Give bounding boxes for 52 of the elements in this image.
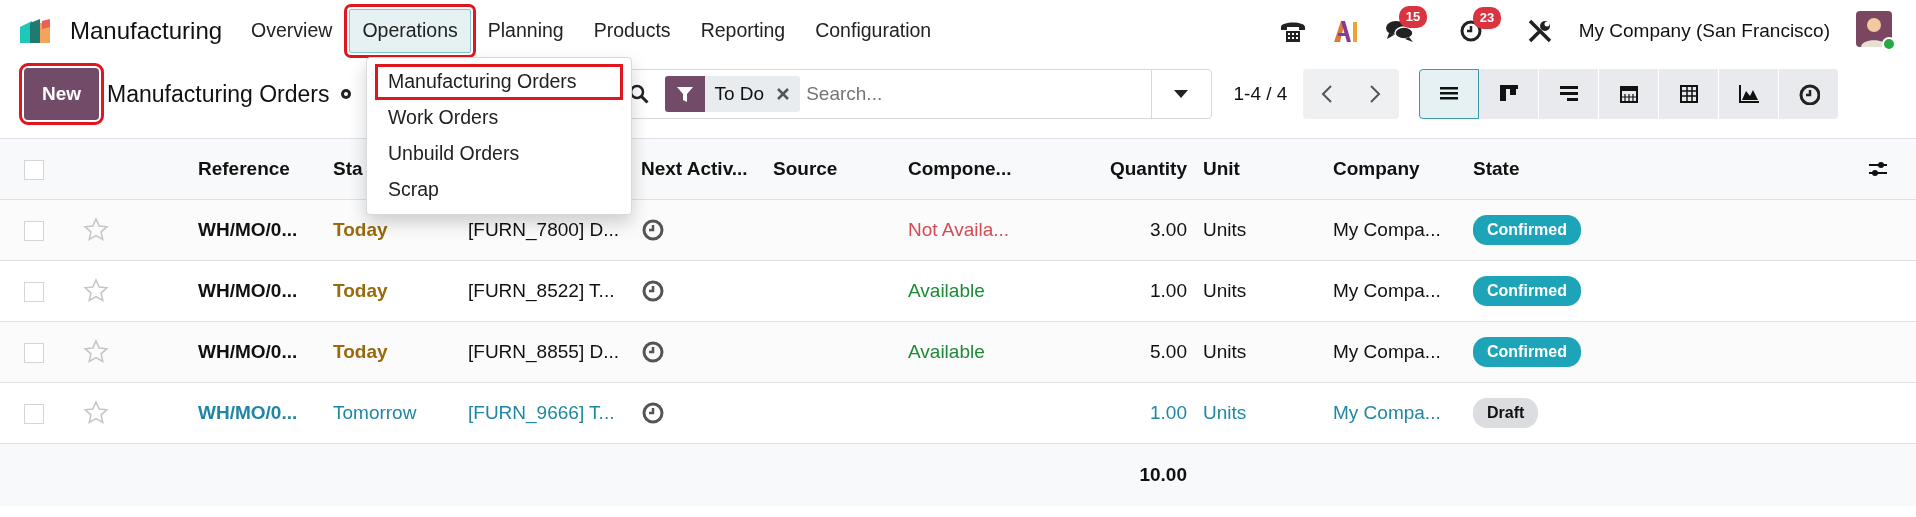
column-header[interactable]: State xyxy=(1473,157,1520,179)
dropdown-item[interactable]: Work Orders xyxy=(375,100,623,136)
menu-item[interactable]: Reporting xyxy=(687,9,799,53)
menu-item[interactable]: Configuration xyxy=(802,9,945,53)
quantity-cell: 5.00 xyxy=(1150,340,1187,362)
quantity-cell: 3.00 xyxy=(1150,218,1187,240)
state-badge: Confirmed xyxy=(1473,337,1581,367)
product-cell: [FURN_7800] D... xyxy=(468,218,619,240)
dropdown-item[interactable]: Unbuild Orders xyxy=(375,136,623,172)
dropdown-item[interactable]: Scrap xyxy=(375,172,623,208)
company-switcher[interactable]: My Company (San Francisco) xyxy=(1578,16,1830,46)
state-badge: Draft xyxy=(1473,398,1539,428)
total-quantity: 10.00 xyxy=(1139,463,1187,485)
product-cell: [FURN_8522] T... xyxy=(468,279,615,301)
column-header[interactable]: Source xyxy=(773,157,838,179)
start-date: Today xyxy=(333,340,388,362)
pager-value: 1-4 / 4 xyxy=(1233,81,1288,106)
quantity-cell: 1.00 xyxy=(1150,401,1187,423)
state-badge: Confirmed xyxy=(1473,215,1581,245)
reference-cell: WH/MO/0... xyxy=(198,218,298,240)
unit-cell: Units xyxy=(1203,218,1247,240)
facet-label: To Do xyxy=(714,81,765,106)
page-title: Manufacturing Orders xyxy=(107,79,330,109)
dropdown-item[interactable]: Manufacturing Orders xyxy=(375,64,623,100)
company-cell: My Compa... xyxy=(1333,340,1441,362)
company-cell: My Compa... xyxy=(1333,218,1441,240)
components-status: Not Availa... xyxy=(908,218,1010,240)
unit-cell: Units xyxy=(1203,340,1247,362)
product-cell: [FURN_8855] D... xyxy=(468,340,619,362)
reference-cell: WH/MO/0... xyxy=(198,401,298,423)
menu-item[interactable]: Overview xyxy=(238,9,346,53)
components-status: Available xyxy=(908,340,985,362)
company-cell: My Compa... xyxy=(1333,279,1441,301)
start-date: Today xyxy=(333,218,388,240)
column-header[interactable]: Sta xyxy=(333,157,363,179)
start-date: Today xyxy=(333,279,388,301)
menu-item[interactable]: Planning xyxy=(474,9,577,53)
reference-cell: WH/MO/0... xyxy=(198,279,298,301)
quantity-cell: 1.00 xyxy=(1150,279,1187,301)
reference-cell: WH/MO/0... xyxy=(198,340,298,362)
unit-cell: Units xyxy=(1203,401,1247,423)
state-badge: Confirmed xyxy=(1473,276,1581,306)
company-cell: My Compa... xyxy=(1333,401,1441,423)
start-date: Tomorrow xyxy=(333,401,417,423)
notification-count: 15 xyxy=(1398,6,1428,28)
notification-count: 23 xyxy=(1472,7,1502,29)
product-cell: [FURN_9666] T... xyxy=(468,401,615,423)
column-header[interactable]: Unit xyxy=(1203,157,1240,179)
components-status: Available xyxy=(908,279,985,301)
unit-cell: Units xyxy=(1203,279,1247,301)
menu-item[interactable]: Products xyxy=(580,9,684,53)
app-name: Manufacturing xyxy=(70,16,223,46)
